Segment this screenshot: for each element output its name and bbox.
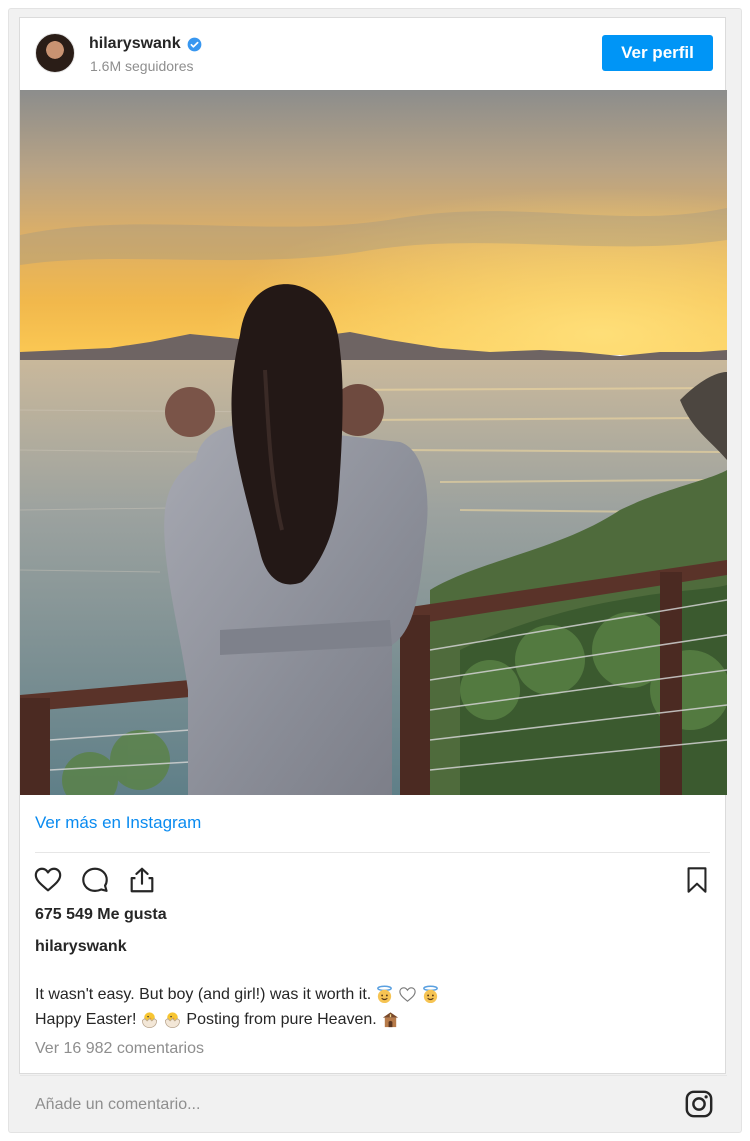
shrine-emoji-icon: [381, 1010, 400, 1029]
comment-bar: [20, 1075, 727, 1133]
view-on-instagram-link[interactable]: Ver más en Instagram: [35, 813, 201, 833]
post-caption: It wasn't easy. But boy (and girl!) was …: [35, 982, 440, 1032]
bookmark-icon[interactable]: [682, 865, 712, 895]
angel-face-emoji-icon: [375, 985, 394, 1004]
divider: [35, 852, 710, 853]
view-profile-button[interactable]: Ver perfil: [602, 35, 713, 71]
view-comments-link[interactable]: Ver 16 982 comentarios: [35, 1040, 204, 1058]
angel-face-emoji-icon: [421, 985, 440, 1004]
sunset-photo: [20, 90, 727, 795]
caption-text-1: It wasn't easy. But boy (and girl!) was …: [35, 986, 372, 1003]
username-row: hilaryswank: [89, 35, 202, 53]
avatar[interactable]: [35, 33, 75, 73]
post-header: hilaryswank 1.6M seguidores Ver perfil: [20, 18, 725, 90]
username-link[interactable]: hilaryswank: [89, 35, 181, 53]
caption-text-2b: Posting from pure Heaven.: [186, 1011, 377, 1028]
hatching-chick-emoji-icon: [163, 1010, 182, 1029]
instagram-logo-icon[interactable]: [684, 1089, 714, 1119]
heart-icon[interactable]: [33, 865, 63, 895]
verified-badge-icon: [187, 37, 201, 51]
add-comment-input[interactable]: [35, 1092, 635, 1118]
caption-text-2a: Happy Easter!: [35, 1011, 137, 1028]
instagram-embed-card: hilaryswank 1.6M seguidores Ver perfil V…: [19, 17, 727, 1118]
comment-bubble-icon[interactable]: [80, 865, 110, 895]
follower-count: 1.6M seguidores: [90, 58, 194, 74]
caption-line-1: It wasn't easy. But boy (and girl!) was …: [35, 982, 440, 1007]
caption-line-2: Happy Easter! Posting from pure Heaven.: [35, 1007, 440, 1032]
caption-username[interactable]: hilaryswank: [35, 938, 127, 956]
like-count[interactable]: 675 549 Me gusta: [35, 906, 167, 924]
share-icon[interactable]: [127, 865, 157, 895]
post-photo[interactable]: [20, 90, 727, 795]
hatching-chick-emoji-icon: [140, 1010, 159, 1029]
white-heart-emoji-icon: [398, 985, 417, 1004]
